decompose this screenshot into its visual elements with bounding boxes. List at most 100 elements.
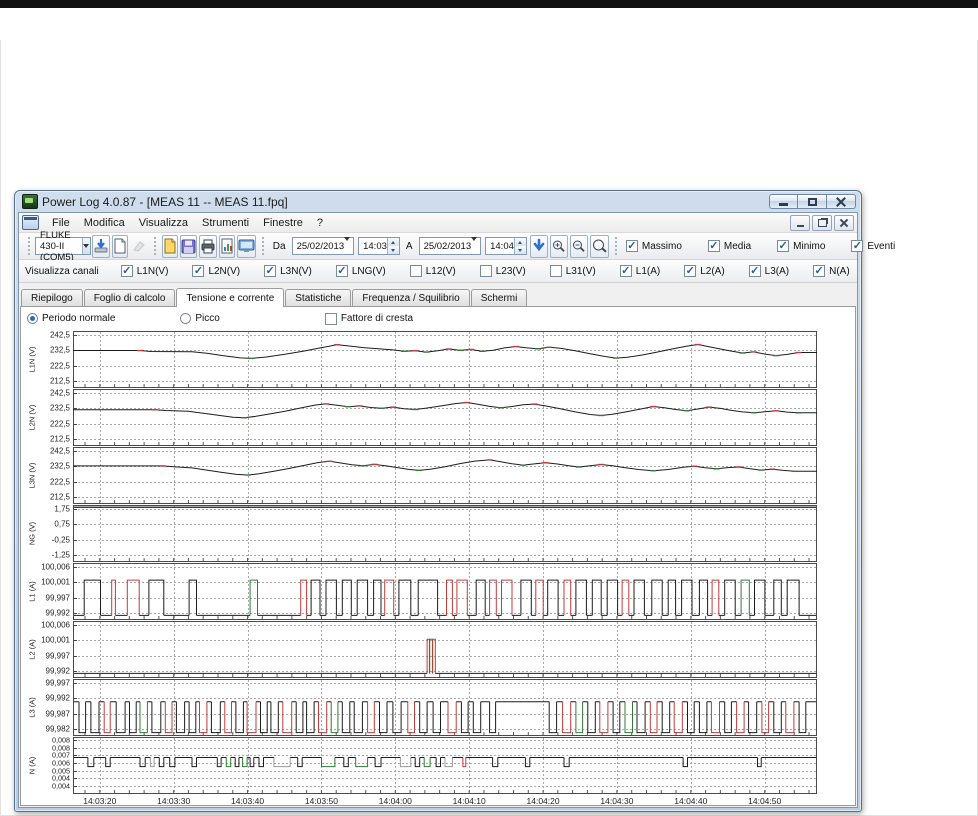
plot-area[interactable] xyxy=(73,331,817,388)
to-date-picker[interactable]: 25/02/2013 xyxy=(418,236,482,255)
tab-riepilogo[interactable]: Riepilogo xyxy=(21,289,83,307)
close-button[interactable] xyxy=(827,194,856,209)
menu-item-modifica[interactable]: Modifica xyxy=(77,215,132,231)
channel-label: L23(V) xyxy=(495,265,526,277)
y-tick-label: 99,997 xyxy=(45,593,70,603)
from-label: Da xyxy=(272,240,286,252)
document-icon[interactable] xyxy=(22,215,39,230)
plot-area[interactable] xyxy=(73,563,817,620)
toggle-eventi[interactable]: ✓ Eventi xyxy=(851,240,895,252)
apply-range-button[interactable] xyxy=(529,234,548,258)
channel-label: L1(A) xyxy=(635,265,661,277)
menu-item-finestre[interactable]: Finestre xyxy=(256,215,310,231)
tab-tensione-e-corrente[interactable]: Tensione e corrente xyxy=(176,288,285,307)
spinner-arrows-icon[interactable] xyxy=(386,238,399,254)
checkbox-checked-icon: ✓ xyxy=(619,265,632,277)
save-button[interactable] xyxy=(179,234,197,258)
checkbox-checked-icon: ✓ xyxy=(684,265,697,277)
toggle-label: Media xyxy=(723,240,752,252)
title-bar[interactable]: Power Log 4.0.87 - [MEAS 11 -- MEAS 11.f… xyxy=(18,191,858,212)
plot-area[interactable] xyxy=(73,679,817,736)
plot-area[interactable] xyxy=(73,389,817,446)
download-from-device-button[interactable] xyxy=(91,234,110,258)
mdi-close-button[interactable] xyxy=(834,214,854,231)
chart-panel-l1a: L1 (A) 100,006 100,001 99,997 99,992 xyxy=(25,562,855,620)
print-button[interactable] xyxy=(198,234,217,258)
menu-item-strumenti[interactable]: Strumenti xyxy=(195,215,256,231)
radio-picco[interactable]: Picco xyxy=(180,313,220,324)
mdi-minimize-button[interactable] xyxy=(790,214,810,231)
y-axis-title-text: NG (V) xyxy=(27,521,37,546)
new-measure-button[interactable] xyxy=(111,234,128,258)
screen-capture-icon xyxy=(238,239,255,252)
checkbox-fattore-di-cresta[interactable]: Fattore di cresta xyxy=(324,312,413,325)
tab-frequenza-squilibrio[interactable]: Frequenza / Squilibrio xyxy=(352,289,470,307)
channel-label: L2(A) xyxy=(700,265,725,277)
channel-l12v[interactable]: L12(V) xyxy=(409,265,456,277)
toggle-massimo[interactable]: ✓ Massimo xyxy=(625,240,682,252)
channel-l31v[interactable]: L31(V) xyxy=(549,265,596,277)
y-axis-ticks: 242,5 232,5 222,5 212,5 xyxy=(38,330,72,388)
channel-na[interactable]: ✓ N(A) xyxy=(813,265,850,277)
channel-label: L12(V) xyxy=(425,265,456,277)
minimize-button[interactable] xyxy=(769,194,798,209)
tab-foglio-di-calcolo[interactable]: Foglio di calcolo xyxy=(83,289,176,307)
mdi-restore-button[interactable] xyxy=(812,214,832,231)
menu-item-visualizza[interactable]: Visualizza xyxy=(132,215,195,231)
y-axis-title-text: L1N (V) xyxy=(27,346,37,373)
zoom-out-button[interactable] xyxy=(569,234,588,258)
radio-periodo-normale[interactable]: Periodo normale xyxy=(27,313,115,324)
y-tick-label: 100,001 xyxy=(41,577,70,587)
chevron-down-icon xyxy=(471,236,478,252)
zoom-in-button[interactable] xyxy=(549,234,568,258)
device-select[interactable]: FLUKE 430-II (COM5) xyxy=(35,230,91,263)
channel-l2a[interactable]: ✓ L2(A) xyxy=(684,265,725,277)
plot-area[interactable] xyxy=(73,505,817,562)
toggle-minimo[interactable]: ✓ Minimo xyxy=(777,240,825,252)
toggle-label: Eventi xyxy=(867,240,896,252)
spinner-arrows-icon[interactable] xyxy=(513,238,526,254)
tab-statistiche[interactable]: Statistiche xyxy=(285,289,352,307)
screen-capture-button[interactable] xyxy=(236,234,256,258)
plot-area[interactable] xyxy=(73,621,817,678)
y-axis-title-text: L2 (A) xyxy=(27,639,37,660)
to-time-spinner[interactable]: 14:04 xyxy=(485,237,527,255)
toolbar-grip xyxy=(153,237,156,255)
channel-l3a[interactable]: ✓ L3(A) xyxy=(748,265,790,277)
plot-area[interactable] xyxy=(73,447,817,504)
open-file-button[interactable] xyxy=(161,234,178,258)
y-axis-ticks: 1,75 0,75 -0,25 -1,25 xyxy=(38,504,72,562)
checkbox-checked-icon: ✓ xyxy=(707,240,720,252)
from-time-spinner[interactable]: 14:03 xyxy=(358,237,400,255)
menu-item-file[interactable]: File xyxy=(45,215,77,231)
y-tick-label: 100,006 xyxy=(41,562,70,572)
plot-area[interactable] xyxy=(73,737,817,794)
maximize-button[interactable] xyxy=(798,194,827,209)
channel-label: L1N(V) xyxy=(136,265,169,277)
print-icon xyxy=(201,239,215,253)
channel-lngv[interactable]: ✓ LNG(V) xyxy=(335,265,386,277)
channel-l23v[interactable]: L23(V) xyxy=(479,265,526,277)
y-axis-title: L3 (A) xyxy=(25,679,38,736)
report-button[interactable] xyxy=(218,234,235,258)
y-axis-ticks: 242,5 232,5 222,5 212,5 xyxy=(38,446,72,504)
checkbox-checked-icon: ✓ xyxy=(335,265,348,277)
chart-panel-l3nv: L3N (V) 242,5 232,5 222,5 212,5 xyxy=(25,446,855,504)
channel-label: N(A) xyxy=(829,265,850,277)
tab-schermi[interactable]: Schermi xyxy=(470,289,528,307)
channel-l2nv[interactable]: ✓ L2N(V) xyxy=(192,265,240,277)
y-tick-label: 100,001 xyxy=(41,635,70,645)
channel-label: L3(A) xyxy=(764,265,790,277)
from-date-picker[interactable]: 25/02/2013 xyxy=(291,236,355,255)
channel-l3nv[interactable]: ✓ L3N(V) xyxy=(264,265,312,277)
toggle-media[interactable]: ✓ Media xyxy=(707,240,752,252)
menu-item-?[interactable]: ? xyxy=(310,215,330,231)
channel-l1nv[interactable]: ✓ L1N(V) xyxy=(120,265,169,277)
channel-l1a[interactable]: ✓ L1(A) xyxy=(619,265,661,277)
mdi-restore-icon xyxy=(817,218,827,227)
y-tick-label: 99,992 xyxy=(45,608,70,618)
y-tick-label: -1,25 xyxy=(51,550,70,560)
y-tick-label: 242,5 xyxy=(49,330,70,340)
time-tick-label: 14:04:50 xyxy=(748,796,782,806)
zoom-reset-button[interactable] xyxy=(589,234,609,258)
